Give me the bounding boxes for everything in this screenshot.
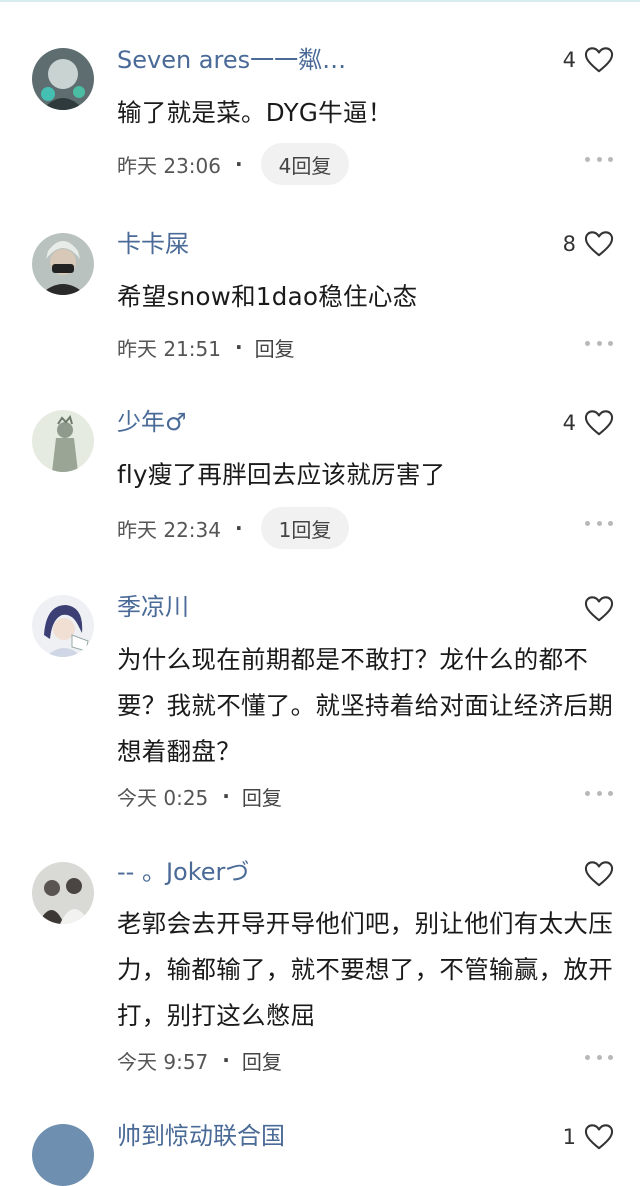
comment-meta: 昨天 23:06 · 4回复 xyxy=(117,143,350,185)
more-options-icon[interactable] xyxy=(585,339,613,347)
like-count: 4 xyxy=(562,48,576,72)
separator-dot: · xyxy=(235,516,243,540)
more-options-icon[interactable] xyxy=(585,1053,613,1061)
timestamp: 昨天 23:06 xyxy=(117,153,221,178)
heart-icon xyxy=(584,231,614,257)
like-count: 1 xyxy=(562,1125,576,1149)
reply-button[interactable]: 4回复 xyxy=(260,143,350,185)
like-button[interactable] xyxy=(576,858,614,890)
comment-text: 希望snow和1dao稳住心态 xyxy=(117,282,418,311)
avatar[interactable] xyxy=(32,862,94,924)
username[interactable]: 帅到惊动联合国 xyxy=(117,1121,285,1151)
heart-icon xyxy=(584,410,614,436)
separator-dot: · xyxy=(222,784,230,808)
heart-icon xyxy=(584,47,614,73)
like-count: 4 xyxy=(562,411,576,435)
like-button[interactable]: 8 xyxy=(563,228,614,260)
like-count: 8 xyxy=(562,232,576,256)
username[interactable]: Seven ares一一粼… xyxy=(117,45,346,75)
username[interactable]: 卡卡屎 xyxy=(117,229,189,259)
reply-button[interactable]: 回复 xyxy=(242,1046,282,1075)
comment-meta: 昨天 21:51 · 回复 xyxy=(117,326,295,368)
reply-button[interactable]: 回复 xyxy=(242,782,282,811)
avatar[interactable] xyxy=(32,595,94,657)
top-divider xyxy=(0,0,640,2)
heart-icon xyxy=(584,1124,614,1150)
like-button[interactable]: 4 xyxy=(563,407,614,439)
comment-text: 为什么现在前期都是不敢打？龙什么的都不要？我就不懂了。就坚持着给对面让经济后期想… xyxy=(117,645,613,766)
timestamp: 昨天 21:51 xyxy=(117,336,221,361)
reply-button[interactable]: 1回复 xyxy=(260,507,350,549)
avatar[interactable] xyxy=(32,410,94,472)
avatar[interactable] xyxy=(32,48,94,110)
like-button[interactable]: 4 xyxy=(563,44,614,76)
comment-text: 输了就是菜。DYG牛逼！ xyxy=(117,98,393,127)
timestamp: 今天 9:57 xyxy=(117,1049,209,1074)
reply-button[interactable]: 回复 xyxy=(255,333,295,362)
more-options-icon[interactable] xyxy=(585,155,613,163)
username[interactable]: 季凉川 xyxy=(117,592,189,622)
timestamp: 昨天 22:34 xyxy=(117,517,221,542)
separator-dot: · xyxy=(235,152,243,176)
separator-dot: · xyxy=(235,335,243,359)
heart-icon xyxy=(584,861,614,887)
like-button[interactable] xyxy=(576,593,614,625)
timestamp: 今天 0:25 xyxy=(117,785,209,810)
username[interactable]: 少年♂ xyxy=(117,407,187,437)
avatar[interactable] xyxy=(32,233,94,295)
username[interactable]: -- 。Jokerづ xyxy=(117,857,249,887)
separator-dot: · xyxy=(222,1048,230,1072)
more-options-icon[interactable] xyxy=(585,789,613,797)
comment-text: fly瘦了再胖回去应该就厉害了 xyxy=(117,460,446,489)
comment-meta: 今天 0:25 · 回复 xyxy=(117,775,282,817)
avatar[interactable] xyxy=(32,1124,94,1186)
more-options-icon[interactable] xyxy=(585,519,613,527)
heart-icon xyxy=(584,596,614,622)
like-button[interactable]: 1 xyxy=(563,1121,614,1153)
comment-meta: 今天 9:57 · 回复 xyxy=(117,1039,282,1081)
comment-text: 老郭会去开导开导他们吧，别让他们有太大压力，输都输了，就不要想了，不管输赢，放开… xyxy=(117,909,613,1030)
comment-meta: 昨天 22:34 · 1回复 xyxy=(117,507,350,549)
